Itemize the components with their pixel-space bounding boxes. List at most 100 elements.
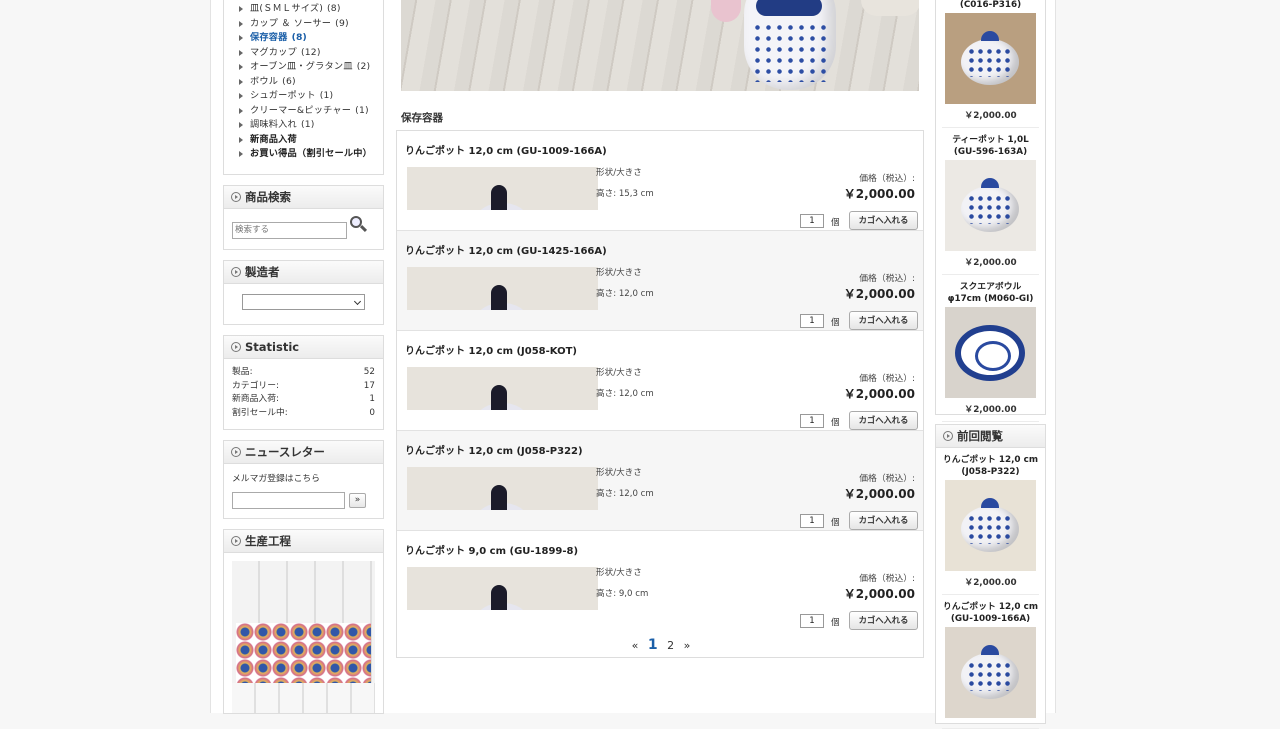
product-thumbnail[interactable] [407, 367, 598, 410]
recent-product[interactable]: りんごポット 12,0 cm (J058-P322) ￥2,000.00 [942, 448, 1039, 595]
category-item[interactable]: お買い得品（割引セール中） [236, 147, 377, 162]
product-spec-height: 高さ: 15,3 cm [596, 189, 654, 199]
manufacturer-box-header: 製造者 [224, 261, 383, 284]
recent-product[interactable]: りんごポット 12,0 cm (GU-1009-166A) [942, 595, 1039, 729]
category-item[interactable]: シュガーポット (1) [236, 89, 377, 104]
newsletter-box: ニュースレター メルマガ登録はこちら » [223, 440, 384, 519]
featured-product[interactable]: スクエアボウル φ17cm (M060-GI) ￥2,000.00 [942, 275, 1039, 422]
newsletter-submit-button[interactable]: » [349, 493, 366, 508]
product-image[interactable] [945, 160, 1036, 251]
quantity-input[interactable]: 1 [800, 314, 824, 328]
featured-title[interactable]: スクエアボウル φ17cm (M060-GI) [942, 275, 1039, 305]
newsletter-email-input[interactable] [232, 492, 345, 509]
product-title[interactable]: りんごポット 12,0 cm (GU-1425-166A) [405, 242, 607, 257]
statistic-label: 製品: [232, 367, 253, 377]
production-box-title: 生産工程 [245, 534, 291, 548]
price-label: 価格（税込）: [859, 474, 915, 484]
pager-page-2[interactable]: 2 [667, 639, 674, 652]
product-spec-height: 高さ: 12,0 cm [596, 389, 654, 399]
featured-title[interactable]: (C016-P316) [942, 0, 1039, 11]
category-label: マグカップ [250, 46, 297, 58]
production-image[interactable] [232, 561, 375, 713]
featured-title[interactable]: ティーポット 1,0L (GU-596-163A) [942, 128, 1039, 158]
magnifier-icon[interactable] [350, 216, 368, 234]
product-title[interactable]: りんごポット 9,0 cm (GU-1899-8) [405, 542, 578, 557]
pager-next[interactable]: » [684, 639, 691, 652]
recent-box: 前回閲覧 りんごポット 12,0 cm (J058-P322) ￥2,000.00… [935, 424, 1046, 729]
statistic-row: カテゴリー: 17 [232, 380, 375, 394]
product-row: りんごポット 12,0 cm (GU-1425-166A) 形状/大きさ 高さ: 1… [397, 231, 923, 331]
section-title: 保存容器 [401, 112, 443, 124]
product-spec-head: 形状/大きさ [596, 268, 642, 278]
category-item[interactable]: 新商品入荷 [236, 133, 377, 148]
category-item[interactable]: マグカップ (12) [236, 46, 377, 61]
category-item[interactable]: クリーマー&ピッチャー (1) [236, 104, 377, 119]
category-count: (12) [300, 46, 321, 58]
product-title[interactable]: りんごポット 12,0 cm (J058-KOT) [405, 342, 577, 357]
category-count: (1) [300, 119, 315, 130]
product-spec-height: 高さ: 12,0 cm [596, 489, 654, 499]
category-item[interactable]: 保存容器 (8) [236, 31, 377, 46]
quantity-unit: 個 [831, 218, 840, 228]
statistic-box-title: Statistic [245, 340, 300, 354]
page: 皿(ＳＭＬサイズ) (8) カップ ＆ ソーサー (9) 保存容器 (8) マグカップ (12… [210, 0, 1056, 729]
category-count: (1) [355, 104, 369, 116]
product-image[interactable] [945, 627, 1036, 718]
recent-box-header: 前回閲覧 [936, 425, 1045, 448]
add-to-cart-button[interactable]: カゴへ入れる [849, 311, 918, 330]
search-input[interactable] [232, 221, 347, 239]
price-label: 価格（税込）: [859, 574, 915, 584]
production-box: 生産工程 [223, 529, 384, 714]
quantity-input[interactable]: 1 [800, 414, 824, 428]
category-item[interactable]: オーブン皿・グラタン皿 (2) [236, 60, 377, 75]
product-thumbnail[interactable] [407, 167, 598, 210]
featured-product[interactable]: (C016-P316) ￥2,000.00 [942, 0, 1039, 128]
circle-arrow-icon [231, 342, 241, 352]
recent-title[interactable]: りんごポット 12,0 cm (J058-P322) [942, 448, 1039, 478]
statistic-value: 17 [363, 380, 375, 391]
quantity-input[interactable]: 1 [800, 614, 824, 628]
product-spec: 形状/大きさ高さ: 12,0 cm [596, 463, 654, 509]
category-item[interactable]: 調味料入れ (1) [236, 118, 377, 133]
statistic-label: 割引セール中: [232, 407, 288, 418]
manufacturer-select[interactable] [242, 294, 365, 310]
product-title[interactable]: りんごポット 12,0 cm (J058-P322) [405, 442, 583, 457]
product-spec-head: 形状/大きさ [596, 368, 642, 378]
add-to-cart-button[interactable]: カゴへ入れる [849, 511, 918, 530]
product-thumbnail[interactable] [407, 467, 598, 510]
featured-price: ￥2,000.00 [964, 405, 1017, 415]
category-label: お買い得品（割引セール中） [250, 148, 373, 159]
category-label: カップ ＆ ソーサー [250, 17, 332, 29]
featured-product[interactable]: ティーポット 1,0L (GU-596-163A) ￥2,000.00 [942, 128, 1039, 275]
category-item[interactable]: 皿(ＳＭＬサイズ) (8) [236, 2, 377, 17]
product-image[interactable] [945, 13, 1036, 104]
product-title[interactable]: りんごポット 12,0 cm (GU-1009-166A) [405, 142, 607, 157]
featured-box: (C016-P316) ￥2,000.00 ティーポット 1,0L (GU-596-… [935, 0, 1046, 422]
add-to-cart-button[interactable]: カゴへ入れる [849, 611, 918, 630]
add-to-cart-button[interactable]: カゴへ入れる [849, 211, 918, 230]
newsletter-box-title: ニュースレター [245, 445, 325, 459]
add-to-cart-button[interactable]: カゴへ入れる [849, 411, 918, 430]
quantity-input[interactable]: 1 [800, 214, 824, 228]
recent-box-title: 前回閲覧 [957, 429, 1003, 443]
product-price: ￥2,000.00 [843, 587, 915, 601]
category-item[interactable]: カップ ＆ ソーサー (9) [236, 17, 377, 32]
product-thumbnail[interactable] [407, 567, 598, 610]
circle-arrow-icon [231, 536, 241, 546]
product-price: ￥2,000.00 [843, 487, 915, 501]
pager-current: 1 [647, 637, 658, 653]
category-item[interactable]: ボウル (6) [236, 75, 377, 90]
recent-title[interactable]: りんごポット 12,0 cm (GU-1009-166A) [942, 595, 1039, 625]
product-spec-head: 形状/大きさ [596, 468, 642, 478]
product-image[interactable] [945, 480, 1036, 571]
product-thumbnail[interactable] [407, 267, 598, 310]
production-box-header: 生産工程 [224, 530, 383, 553]
product-row: りんごポット 12,0 cm (GU-1009-166A) 形状/大きさ 高さ: 1… [397, 131, 923, 231]
product-row: りんごポット 12,0 cm (J058-KOT) 形状/大きさ高さ: 12,0 … [397, 331, 923, 431]
product-price: ￥2,000.00 [843, 387, 915, 401]
product-image[interactable] [945, 307, 1036, 398]
product-spec: 形状/大きさ 高さ: 12,0 cm [596, 263, 654, 309]
quantity-input[interactable]: 1 [800, 514, 824, 528]
category-label: 調味料入れ [250, 119, 297, 130]
pager-prev[interactable]: « [632, 639, 639, 652]
